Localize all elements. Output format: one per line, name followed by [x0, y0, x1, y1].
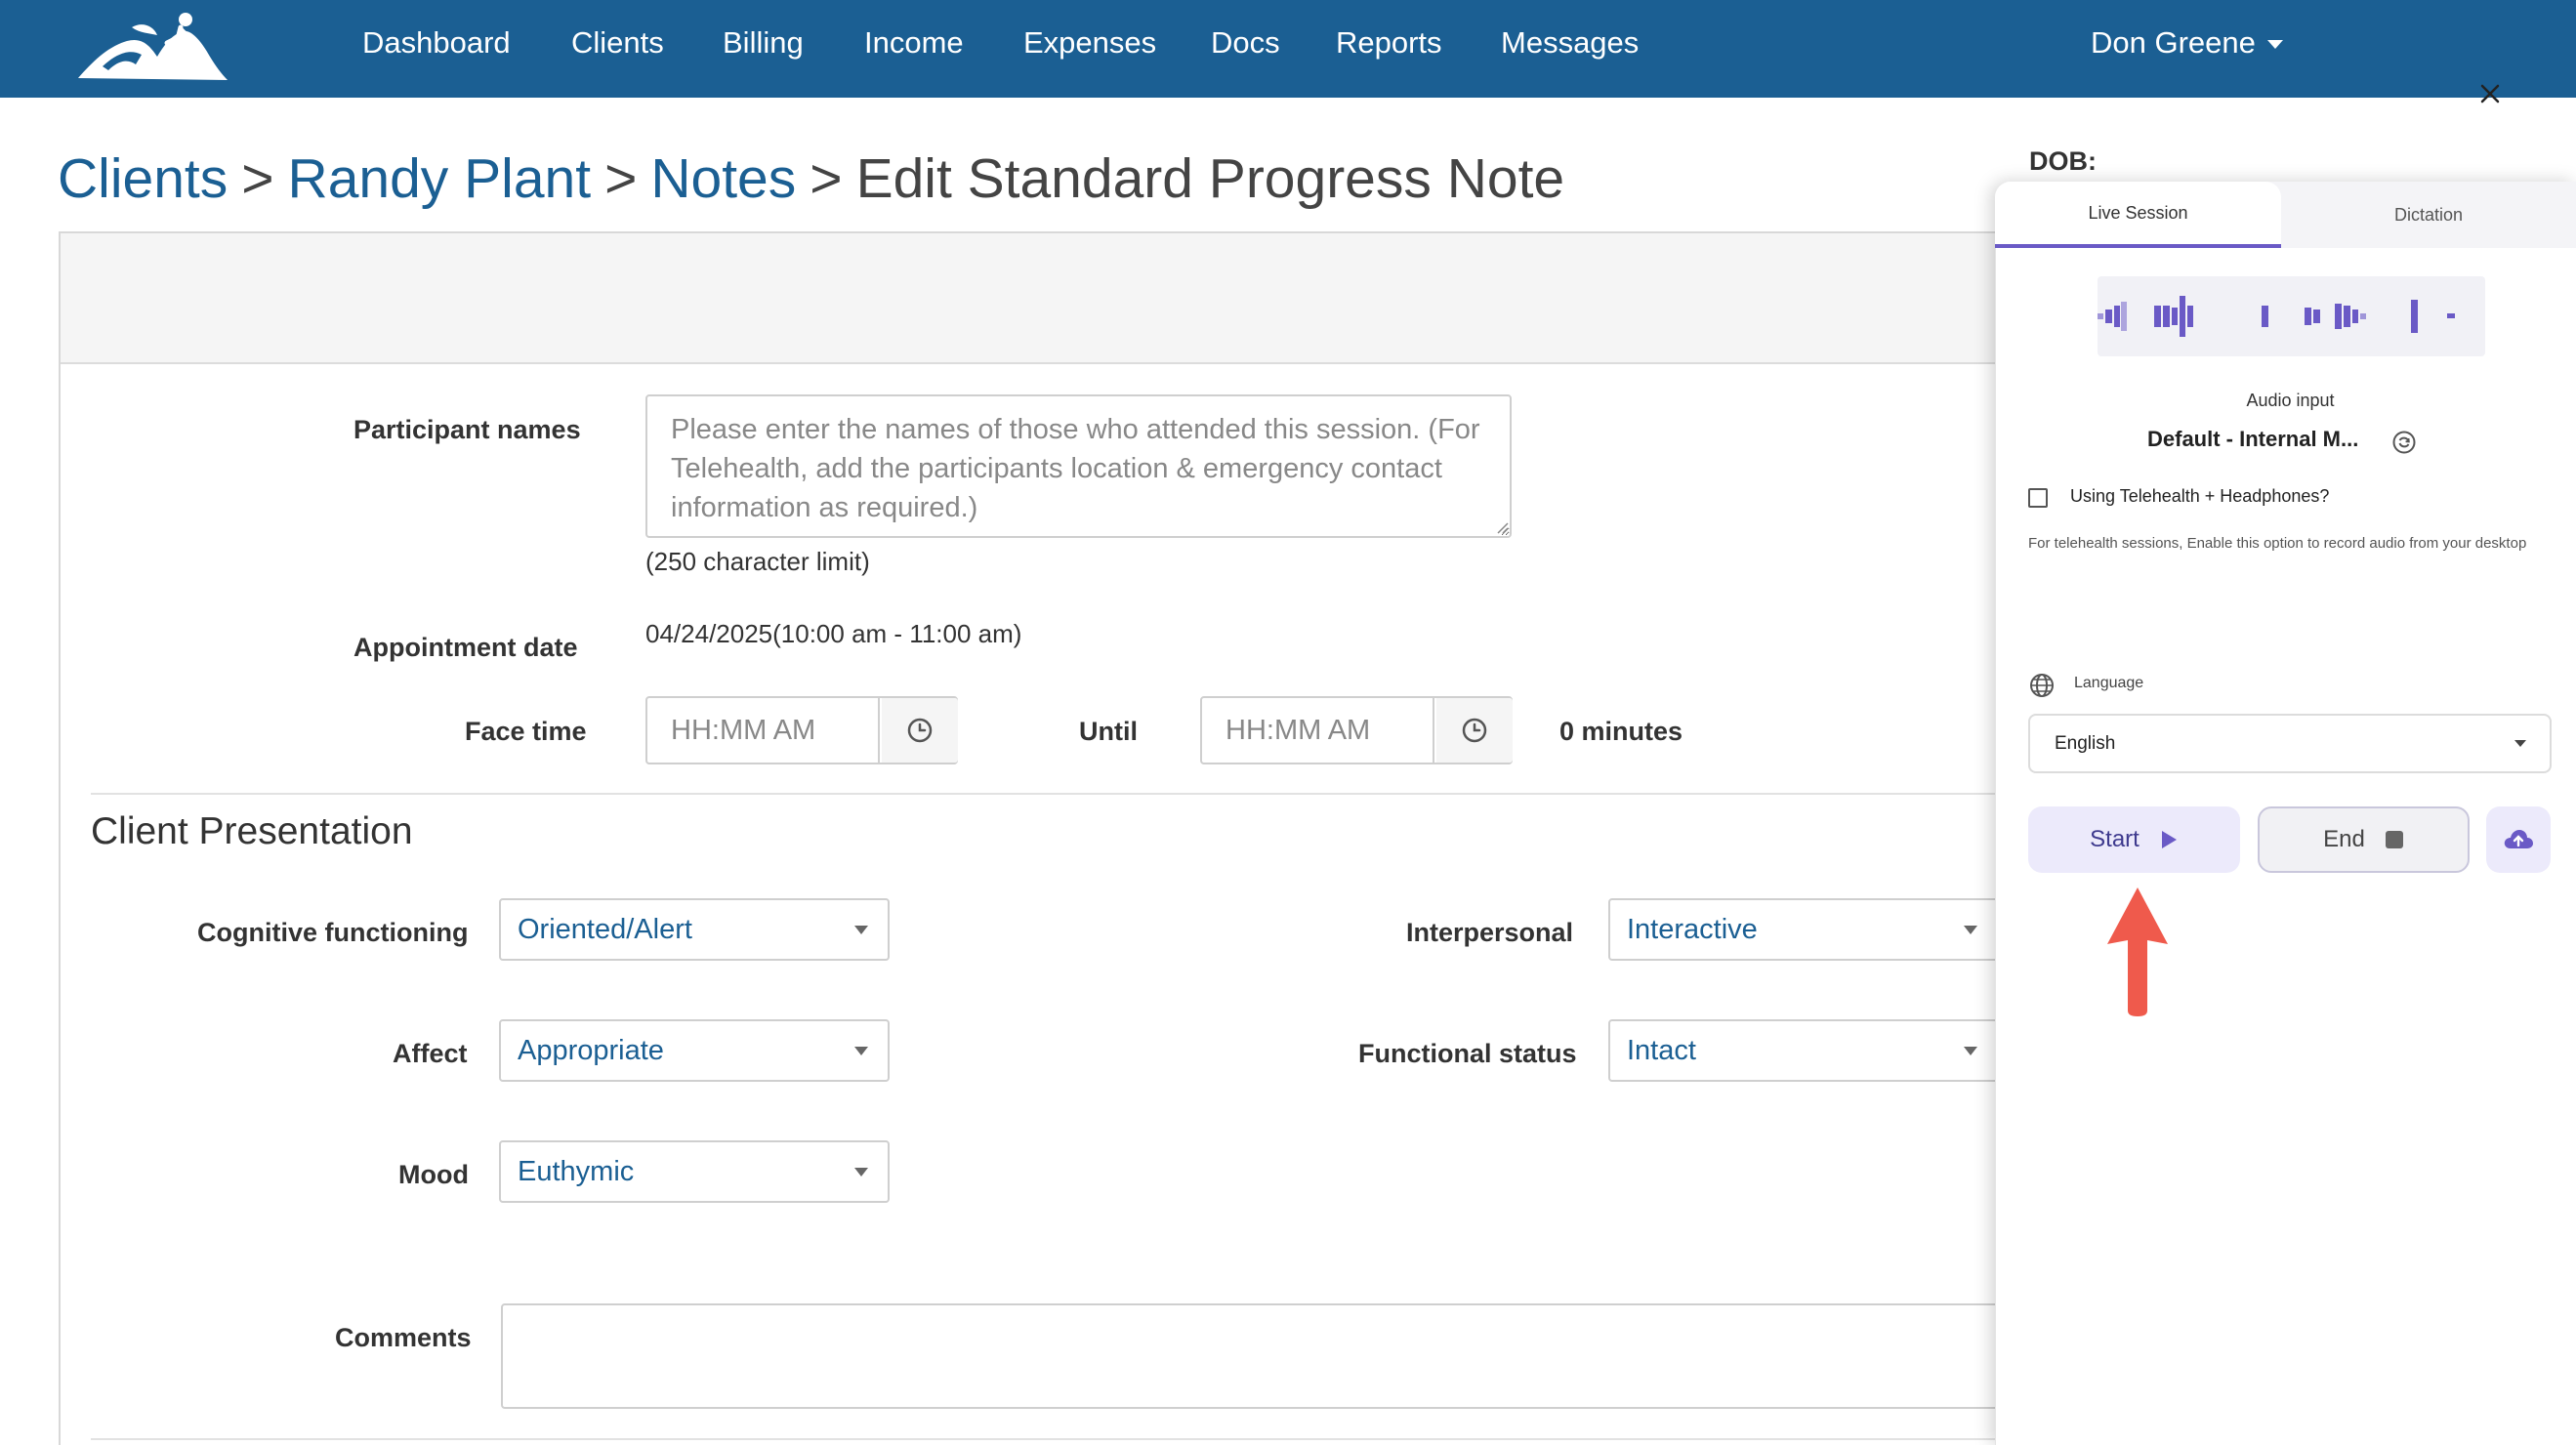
- until-label: Until: [1079, 717, 1138, 746]
- logo-icon[interactable]: [73, 8, 229, 86]
- face-time-clock-button[interactable]: [882, 698, 958, 763]
- nav-dashboard[interactable]: Dashboard: [362, 25, 511, 61]
- caret-down-icon: [2266, 40, 2283, 50]
- language-value: English: [2055, 733, 2116, 754]
- face-time-picker: HH:MM AM: [645, 696, 958, 764]
- start-button[interactable]: Start: [2028, 806, 2240, 873]
- mood-select[interactable]: Euthymic: [499, 1140, 890, 1203]
- dropdown-arrow-icon: [1964, 1047, 1977, 1055]
- face-time-input[interactable]: HH:MM AM: [647, 698, 880, 763]
- end-button-label: End: [2323, 826, 2365, 852]
- breadcrumb-client-name[interactable]: Randy Plant: [288, 147, 592, 210]
- affect-label: Affect: [393, 1039, 468, 1068]
- top-navbar: Dashboard Clients Billing Income Expense…: [0, 0, 2576, 98]
- functional-status-select[interactable]: Intact: [1608, 1019, 1999, 1082]
- character-limit-hint: (250 character limit): [645, 547, 870, 576]
- tab-dictation[interactable]: Dictation: [2281, 182, 2576, 248]
- participant-names-input[interactable]: Please enter the names of those who atte…: [645, 394, 1512, 538]
- cognitive-functioning-select[interactable]: Oriented/Alert: [499, 898, 890, 961]
- until-time-picker: HH:MM AM: [1200, 696, 1513, 764]
- nav-billing[interactable]: Billing: [723, 25, 804, 61]
- stop-icon: [2385, 831, 2403, 848]
- nav-docs[interactable]: Docs: [1211, 25, 1280, 61]
- until-clock-button[interactable]: [1436, 698, 1513, 763]
- waveform-icon: [2098, 276, 2485, 356]
- divider: [91, 793, 2161, 795]
- nav-expenses[interactable]: Expenses: [1023, 25, 1156, 61]
- audio-input-label: Audio input: [2246, 391, 2335, 410]
- interpersonal-value: Interactive: [1627, 914, 1758, 945]
- until-time-input[interactable]: HH:MM AM: [1202, 698, 1434, 763]
- functional-status-label: Functional status: [1358, 1039, 1577, 1068]
- upload-button[interactable]: [2486, 806, 2551, 873]
- start-button-label: Start: [2090, 826, 2140, 852]
- nav-clients[interactable]: Clients: [571, 25, 664, 61]
- telehealth-checkbox-label: Using Telehealth + Headphones?: [2070, 486, 2330, 506]
- language-select[interactable]: English: [2028, 714, 2552, 773]
- interpersonal-label: Interpersonal: [1406, 918, 1574, 947]
- face-time-label: Face time: [465, 717, 587, 746]
- affect-value: Appropriate: [518, 1035, 664, 1066]
- globe-icon: [2030, 674, 2054, 697]
- audio-device-name[interactable]: Default - Internal M...: [2147, 427, 2358, 452]
- user-name: Don Greene: [2091, 25, 2256, 60]
- form-header-bar: [61, 233, 2160, 364]
- telehealth-help-text: For telehealth sessions, Enable this opt…: [2028, 535, 2527, 552]
- refresh-icon[interactable]: [2391, 430, 2417, 455]
- red-arrow-annotation: [2107, 888, 2168, 1016]
- end-button[interactable]: End: [2258, 806, 2470, 873]
- page-title: Edit Standard Progress Note: [855, 147, 1565, 210]
- telehealth-checkbox[interactable]: [2028, 488, 2048, 508]
- dropdown-arrow-icon: [854, 1047, 868, 1055]
- mood-label: Mood: [398, 1160, 469, 1189]
- affect-select[interactable]: Appropriate: [499, 1019, 890, 1082]
- cloud-upload-icon: [2504, 830, 2533, 848]
- language-label: Language: [2074, 675, 2144, 691]
- cognitive-functioning-label: Cognitive functioning: [197, 918, 469, 947]
- dropdown-arrow-icon: [1964, 926, 1977, 934]
- breadcrumb-separator: >: [604, 147, 638, 210]
- functional-status-value: Intact: [1627, 1035, 1696, 1066]
- dropdown-arrow-icon: [854, 926, 868, 934]
- participant-names-label: Participant names: [353, 415, 581, 444]
- clock-icon: [1462, 718, 1487, 743]
- clock-icon: [907, 718, 933, 743]
- dropdown-arrow-icon: [854, 1168, 868, 1177]
- cognitive-functioning-value: Oriented/Alert: [518, 914, 692, 945]
- close-icon[interactable]: [2471, 74, 2510, 113]
- duration-value: 0 minutes: [1559, 717, 1683, 746]
- comments-label: Comments: [335, 1323, 472, 1352]
- nav-messages[interactable]: Messages: [1501, 25, 1639, 61]
- comments-input[interactable]: [501, 1303, 2161, 1409]
- breadcrumb-clients[interactable]: Clients: [58, 147, 228, 210]
- nav-income[interactable]: Income: [864, 25, 964, 61]
- nav-reports[interactable]: Reports: [1336, 25, 1442, 61]
- appointment-date-label: Appointment date: [353, 633, 578, 662]
- breadcrumb-notes[interactable]: Notes: [650, 147, 796, 210]
- user-menu[interactable]: Don Greene: [2091, 25, 2283, 61]
- breadcrumb: Clients > Randy Plant > Notes > Edit Standard …: [58, 146, 1564, 211]
- tab-live-session[interactable]: Live Session: [1995, 182, 2281, 248]
- breadcrumb-separator: >: [241, 147, 274, 210]
- section-title-client-presentation: Client Presentation: [91, 810, 413, 852]
- divider: [91, 1438, 2161, 1440]
- appointment-date-value: 04/24/2025(10:00 am - 11:00 am): [645, 619, 1022, 648]
- interpersonal-select[interactable]: Interactive: [1608, 898, 1999, 961]
- play-icon: [2161, 831, 2177, 848]
- breadcrumb-separator: >: [810, 147, 843, 210]
- resize-grip-icon[interactable]: [1495, 520, 1509, 534]
- dob-label: DOB:: [2029, 146, 2097, 176]
- mood-value: Euthymic: [518, 1156, 635, 1187]
- chevron-down-icon: [2514, 740, 2526, 747]
